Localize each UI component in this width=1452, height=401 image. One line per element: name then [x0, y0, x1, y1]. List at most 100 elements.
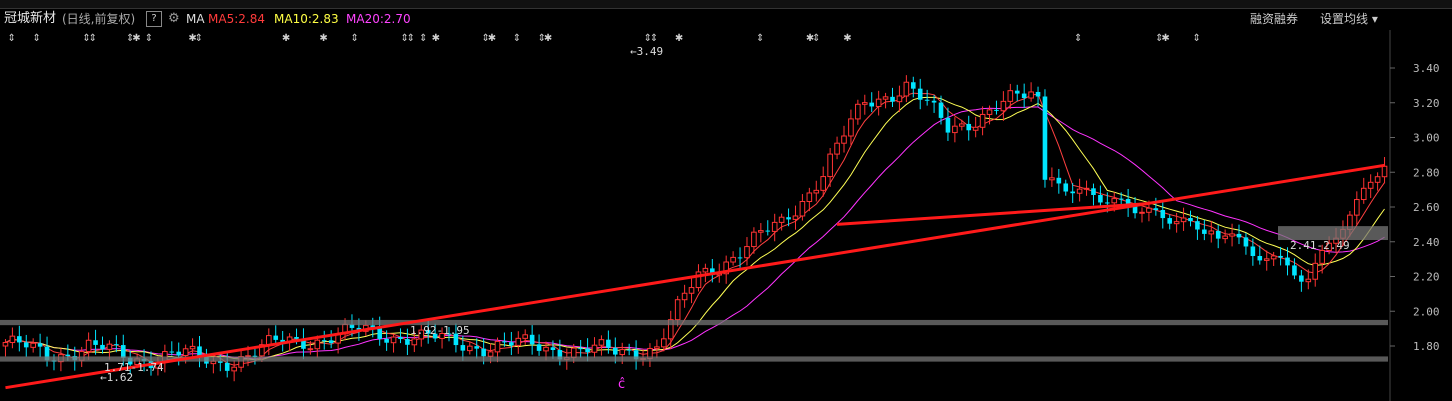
candle-body-up	[1305, 278, 1312, 283]
candle-body-up	[1222, 235, 1228, 240]
event-marker: ⇕	[1193, 33, 1201, 44]
candle-body-up	[1229, 233, 1235, 237]
candle-body-down	[1070, 191, 1075, 194]
candle-body-down	[550, 347, 556, 350]
candle-body-down	[398, 337, 403, 340]
candle-body-up	[827, 153, 833, 178]
candle-body-down	[273, 335, 279, 340]
candle-body-up	[543, 346, 549, 352]
candle-body-down	[994, 109, 999, 111]
event-marker: ✱	[282, 33, 290, 44]
candle-body-up	[189, 345, 196, 350]
candle-body-up	[952, 125, 958, 134]
cursor-marker-icon: ĉ	[618, 377, 625, 392]
candle-body-up	[1076, 188, 1083, 194]
candle-body-down	[176, 351, 182, 356]
candle-body-up	[875, 98, 882, 107]
candle-body-down	[1118, 198, 1124, 200]
candle-body-down	[585, 348, 590, 353]
trend-line	[836, 202, 1150, 226]
price-annotation: 1.71-1.74	[104, 361, 164, 374]
candle-body-up	[494, 340, 501, 353]
candle-body-up	[1319, 249, 1325, 264]
candle-body-up	[848, 118, 854, 137]
candle-body-down	[460, 345, 466, 351]
event-marker: ⇕	[32, 33, 40, 44]
candle-body-up	[813, 189, 820, 194]
candle-body-up	[661, 338, 667, 348]
candle-body-up	[1360, 187, 1367, 201]
candle-body-up	[882, 96, 889, 100]
candle-body-up	[1000, 100, 1007, 112]
candle-body-down	[1188, 218, 1193, 222]
candle-body-down	[1132, 206, 1138, 214]
candle-body-up	[598, 339, 605, 346]
price-annotation: 1.92-1.95	[410, 324, 470, 337]
candle-body-down	[328, 340, 334, 344]
candle-body-up	[466, 345, 473, 352]
candle-body-down	[1105, 202, 1110, 204]
candle-body-up	[688, 287, 695, 294]
price-tick-label: 2.20	[1413, 271, 1440, 284]
candle-body-down	[945, 117, 951, 133]
candle-body-down	[765, 230, 771, 232]
candle-body-down	[294, 336, 299, 339]
candle-body-down	[1202, 229, 1207, 234]
candle-body-down	[1292, 265, 1297, 276]
event-marker: ✱	[675, 33, 683, 44]
candle-body-up	[591, 344, 598, 353]
candle-body-down	[917, 88, 923, 100]
candle-body-down	[509, 342, 514, 346]
candle-body-down	[1160, 209, 1166, 219]
candle-body-down	[120, 345, 126, 358]
candle-body-up	[702, 267, 709, 273]
event-marker: ⇕	[1074, 33, 1082, 44]
candle-body-up	[744, 246, 750, 259]
candle-body-up	[1263, 258, 1270, 261]
candle-body-down	[1250, 246, 1256, 257]
event-marker: ✱	[132, 33, 140, 44]
candle-body-down	[737, 257, 743, 259]
candle-body-down	[1299, 275, 1304, 282]
candle-body-up	[654, 346, 660, 349]
candle-body-down	[169, 351, 175, 353]
candle-body-up	[778, 216, 785, 223]
candle-body-down	[1243, 237, 1249, 247]
trend-line	[5, 163, 1385, 390]
price-tick-label: 1.80	[1413, 340, 1440, 353]
candle-body-up	[1374, 176, 1381, 183]
candle-body-down	[1035, 91, 1041, 97]
event-marker: ✱	[843, 33, 851, 44]
candlestick-chart[interactable]: 3.40 3.20 3.00 2.80 2.60 2.40 2.20 2.00 1.80 ⇕ ⇕ ⇕ ⇕…	[0, 0, 1452, 401]
candle-body-up	[1312, 262, 1319, 280]
candle-body-down	[938, 102, 944, 118]
candle-body-up	[806, 192, 813, 202]
candle-body-up	[1111, 198, 1118, 204]
candle-body-up	[1146, 207, 1152, 213]
candle-body-down	[924, 99, 930, 101]
candle-body-down	[1167, 218, 1173, 224]
candle-body-up	[751, 231, 757, 248]
candle-body-up	[758, 230, 764, 233]
event-marker: ⇕	[407, 33, 415, 44]
candle-body-down	[1021, 93, 1027, 99]
event-marker: ⇕	[195, 33, 203, 44]
candle-body-down	[37, 343, 43, 347]
candle-body-up	[307, 348, 314, 351]
candle-body-up	[487, 351, 494, 357]
candle-body-down	[869, 102, 875, 107]
candle-body-down	[1236, 233, 1242, 238]
price-tick-label: 3.40	[1413, 62, 1440, 75]
candle-body-up	[411, 338, 418, 346]
candle-body-down	[536, 344, 542, 351]
candle-body-down	[1091, 188, 1096, 195]
price-tick-label: 2.00	[1413, 305, 1440, 318]
candle-body-up	[570, 347, 577, 359]
price-tick-label: 2.80	[1413, 166, 1440, 179]
candle-body-down	[114, 344, 119, 346]
candle-body-up	[266, 335, 272, 346]
event-marker: ⇕	[8, 33, 16, 44]
event-marker: ✱	[1161, 33, 1169, 44]
support-zone	[0, 319, 1388, 326]
candle-body-down	[384, 338, 389, 343]
